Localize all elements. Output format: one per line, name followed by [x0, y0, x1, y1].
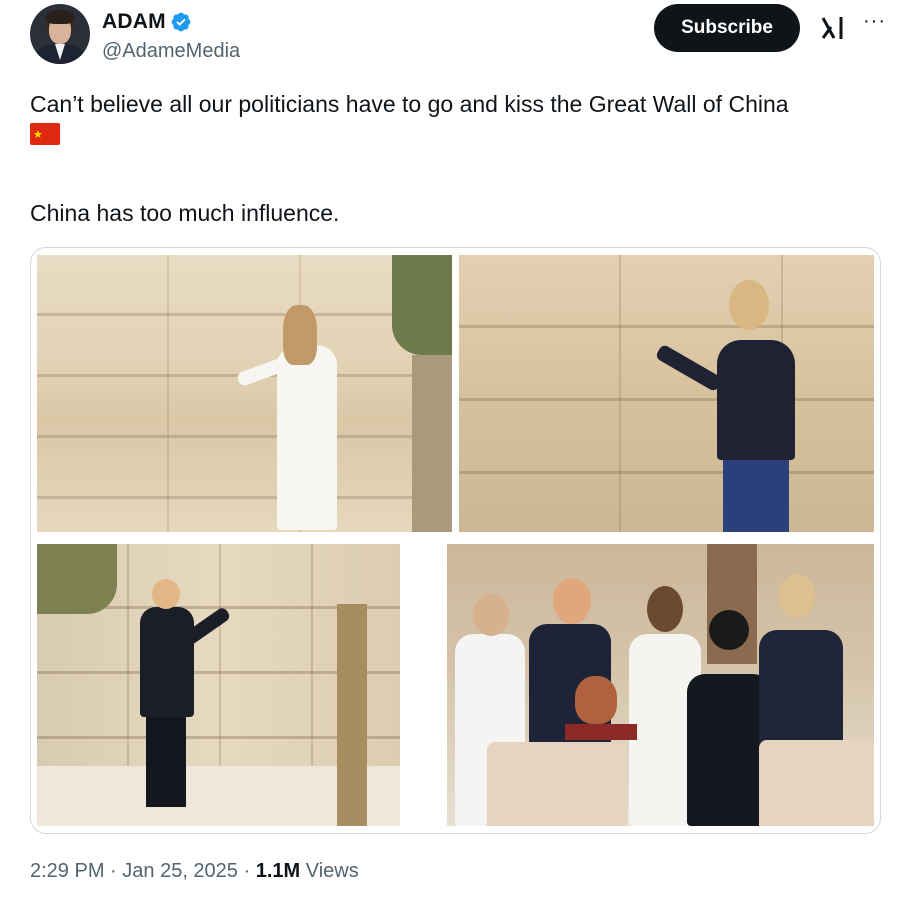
- china-flag-icon: [30, 121, 60, 150]
- footer-separator-1: ·: [104, 860, 123, 882]
- photo-1[interactable]: [37, 255, 452, 532]
- photo-3[interactable]: [37, 544, 400, 826]
- tweet-date[interactable]: Jan 25, 2025: [122, 860, 238, 882]
- subscribe-button[interactable]: Subscribe: [654, 4, 800, 52]
- tweet-text: Can’t believe all our politicians have t…: [30, 90, 882, 152]
- tweet-time[interactable]: 2:29 PM: [30, 860, 104, 882]
- photo-2[interactable]: [459, 255, 874, 532]
- verified-badge-icon: [171, 12, 191, 32]
- views-count: 1.1M: [255, 860, 301, 882]
- views-label: Views: [305, 860, 359, 882]
- author-name[interactable]: ADAM: [102, 10, 166, 34]
- author-name-row[interactable]: ADAM: [102, 10, 192, 34]
- tweet-text-line1: Can’t believe all our politicians have t…: [30, 91, 789, 117]
- tweet-footer: 2:29 PM · Jan 25, 2025 · 1.1M Views: [30, 860, 359, 883]
- avatar[interactable]: [30, 4, 90, 64]
- media-grid[interactable]: [30, 247, 881, 834]
- footer-separator-2: ·: [237, 860, 256, 882]
- author-handle[interactable]: @AdameMedia: [102, 40, 240, 63]
- photo-4[interactable]: [447, 544, 874, 826]
- grok-icon[interactable]: [820, 14, 846, 42]
- more-options-icon[interactable]: ···: [863, 10, 886, 33]
- tweet-text-line2: China has too much influence.: [30, 200, 340, 226]
- tweet-header: ADAM @AdameMedia Subscribe ···: [30, 4, 892, 68]
